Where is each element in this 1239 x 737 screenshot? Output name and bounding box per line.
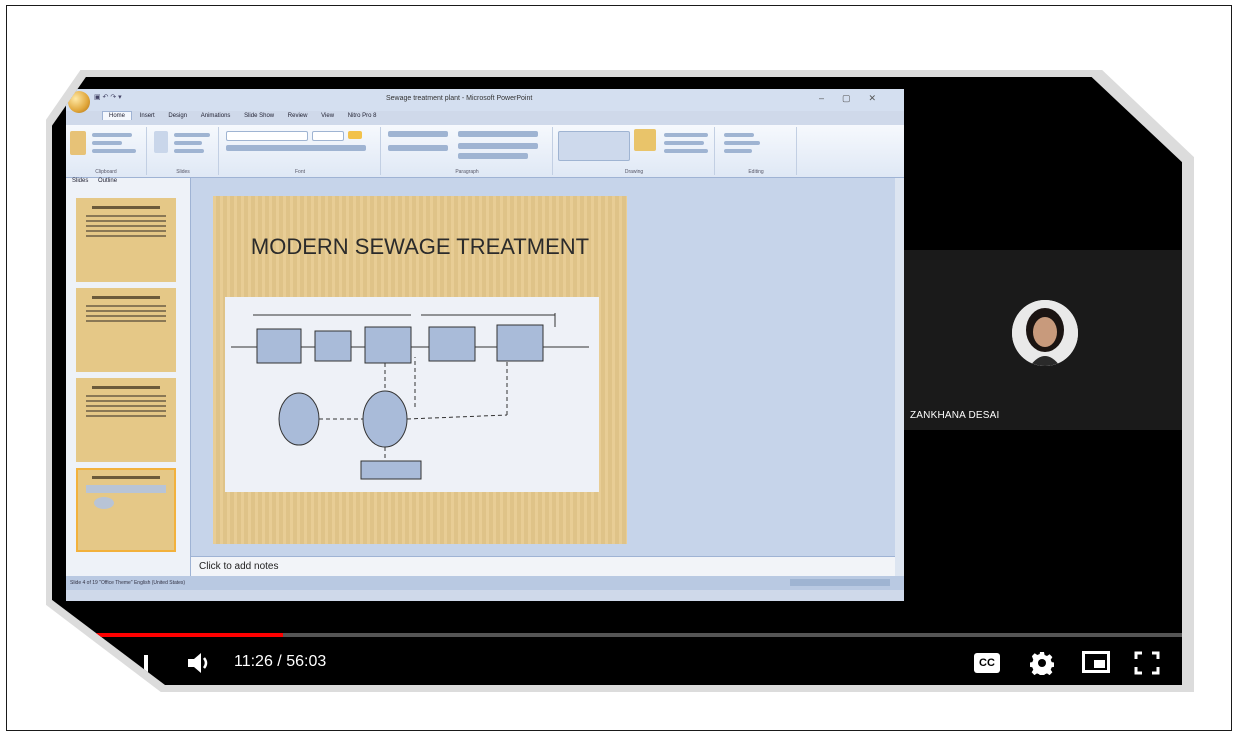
quick-access-toolbar: ▣ ↶ ↷ ▾ (94, 94, 122, 101)
ribbon-tabs: Home Insert Design Animations Slide Show… (102, 111, 382, 125)
captions-label: CC (979, 657, 995, 669)
ribbon-label-font: Font (294, 169, 305, 175)
miniplayer-icon[interactable] (1082, 651, 1110, 673)
arrange-icon (634, 129, 656, 151)
ribbon-group-drawing: Drawing (554, 127, 715, 175)
pane-tab-slides: Slides (72, 178, 89, 184)
slide-thumbnail (76, 378, 176, 462)
duration: 56:03 (286, 653, 327, 670)
tab-slide-show: Slide Show (244, 113, 275, 119)
settings-gear-icon[interactable] (1029, 651, 1055, 680)
slide-thumbnail-selected (76, 468, 176, 552)
ribbon-label-paragraph: Paragraph (455, 169, 479, 175)
ribbon-label-drawing: Drawing (624, 169, 644, 175)
ribbon-label-clipboard: Clipboard (95, 169, 117, 175)
ribbon-group-editing: Editing (716, 127, 797, 175)
powerpoint-window: ▣ ↶ ↷ ▾ Sewage treatment plant - Microso… (66, 89, 904, 601)
tab-animations: Animations (200, 113, 231, 119)
pane-tab-outline: Outline (98, 178, 118, 184)
slide-thumbnail (76, 288, 176, 372)
flow-diagram-graphic (225, 297, 599, 492)
vertical-scrollbar (895, 178, 904, 576)
current-time: 11:26 (234, 653, 273, 670)
notes-placeholder: Click to add notes (199, 561, 279, 572)
captions-button[interactable]: CC (974, 653, 1000, 673)
ribbon-group-clipboard: Clipboard (66, 127, 147, 175)
ribbon-label-slides: Slides (176, 169, 190, 175)
player-controls: 11:26 / 56:03 CC (52, 643, 1182, 683)
slides-pane: Slides Outline (66, 178, 191, 576)
ppt-window-title: Sewage treatment plant - Microsoft Power… (386, 95, 533, 102)
pane-tabs: Slides Outline (66, 178, 190, 190)
fullscreen-icon[interactable] (1134, 651, 1160, 680)
volume-icon[interactable] (186, 651, 214, 680)
ppt-title-bar: ▣ ↶ ↷ ▾ Sewage treatment plant - Microso… (66, 89, 904, 113)
notes-pane: Click to add notes (191, 556, 895, 577)
status-text: Slide 4 of 19 "Office Theme" English (Un… (70, 580, 186, 586)
progress-bar[interactable] (52, 633, 1182, 637)
sewage-flow-diagram (225, 297, 599, 492)
shapes-gallery (558, 131, 630, 161)
participant-avatar (1012, 300, 1078, 366)
ribbon-group-font: Font (220, 127, 381, 175)
tab-view: View (321, 113, 335, 119)
tab-insert: Insert (139, 113, 155, 119)
current-slide: MODERN SEWAGE TREATMENT (213, 196, 627, 544)
ribbon-label-editing: Editing (748, 169, 764, 175)
time-separator: / (272, 653, 287, 670)
tab-design: Design (168, 113, 188, 119)
tab-home: Home (102, 111, 133, 120)
slide-title: MODERN SEWAGE TREATMENT (250, 234, 590, 259)
zoom-slider (790, 579, 890, 586)
window-controls: –▢✕ (818, 93, 894, 103)
ribbon-group-slides: Slides (148, 127, 219, 175)
ribbon-group-paragraph: Paragraph (382, 127, 553, 175)
ribbon: Clipboard Slides Font Paragraph Drawing … (66, 125, 904, 178)
tab-nitro: Nitro Pro 8 (347, 113, 377, 119)
slide-thumbnail (76, 198, 176, 282)
participant-name: ZANKHANA DESAI (910, 410, 1000, 421)
ppt-status-bar: Slide 4 of 19 "Office Theme" English (Un… (66, 576, 904, 590)
participant-tile: ZANKHANA DESAI (904, 250, 1182, 430)
paste-icon (70, 131, 86, 155)
video-player[interactable]: ▣ ↶ ↷ ▾ Sewage treatment plant - Microso… (52, 77, 1182, 685)
time-display: 11:26 / 56:03 (234, 653, 326, 671)
tab-review: Review (287, 113, 308, 119)
